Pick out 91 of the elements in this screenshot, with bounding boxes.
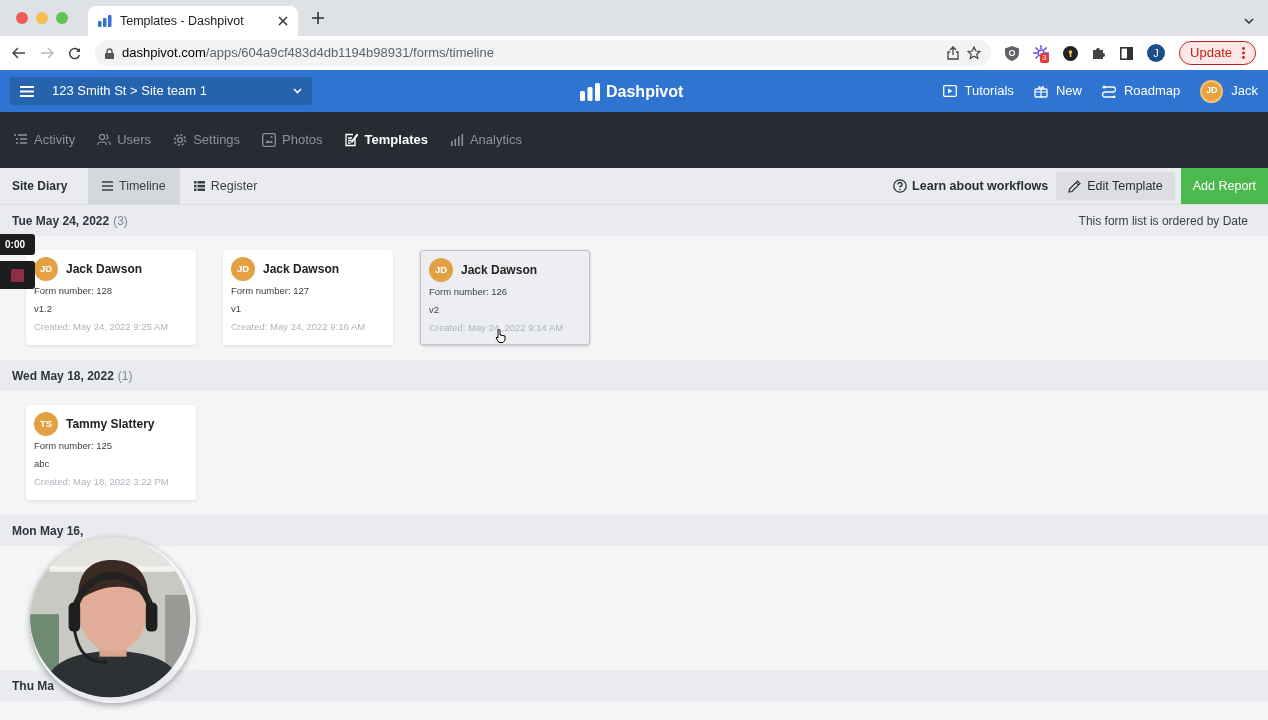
- share-icon[interactable]: [947, 46, 960, 60]
- created-date: Created: May 24, 2022 9:14 AM: [429, 322, 565, 334]
- user-avatar: JD: [429, 258, 453, 282]
- reload-icon[interactable]: [68, 46, 81, 60]
- nav-tab[interactable]: Templates: [344, 130, 428, 150]
- group-date: Tue May 24, 2022: [12, 212, 110, 230]
- form-number: Form number: 127: [231, 285, 311, 297]
- user-avatar: JD: [231, 257, 255, 281]
- browser-tab[interactable]: Templates - Dashpivot: [88, 6, 298, 36]
- plus-icon[interactable]: [312, 12, 324, 24]
- author-name: Jack Dawson: [461, 262, 538, 279]
- sidebar-icon[interactable]: [1120, 46, 1134, 60]
- user-avatar: JD: [1200, 79, 1224, 103]
- group-count: (1): [117, 367, 133, 385]
- group-date: Mon May 16,: [12, 522, 84, 540]
- notification-badge: 3: [1040, 53, 1049, 63]
- help-icon: [893, 179, 908, 193]
- form-number: Form number: 126: [429, 286, 509, 298]
- image-icon: [262, 133, 277, 147]
- form-version: v1: [231, 303, 243, 315]
- form-number: Form number: 125: [34, 440, 114, 452]
- back-arrow-icon[interactable]: [12, 47, 26, 59]
- form-version: v2: [429, 304, 441, 316]
- form-card[interactable]: TS Tammy Slattery Form number: 125 abc Created: May 18, 2022 3:22 PM: [26, 405, 196, 500]
- chevron-down-icon: [293, 88, 302, 94]
- star-icon[interactable]: [967, 46, 982, 60]
- form-number: Form number: 128: [34, 285, 114, 297]
- stop-icon: [11, 268, 24, 282]
- author-name: Jack Dawson: [263, 261, 340, 278]
- created-date: Created: May 24, 2022 9:25 AM: [34, 321, 170, 333]
- app-logo-text: Dashpivot: [606, 82, 684, 102]
- menu-icon: [102, 181, 113, 191]
- created-date: Created: May 24, 2022 9:16 AM: [231, 321, 367, 333]
- page-title: Site Diary: [11, 178, 69, 195]
- header-link[interactable]: New: [1033, 81, 1082, 101]
- created-date: Created: May 18, 2022 3:22 PM: [34, 476, 170, 488]
- route-icon: [1101, 84, 1116, 98]
- close-icon[interactable]: [278, 16, 288, 26]
- update-button[interactable]: Update: [1179, 41, 1256, 65]
- menu-icon: [20, 85, 34, 97]
- form-version: abc: [34, 458, 51, 470]
- users-icon: [97, 133, 112, 147]
- bar-chart-icon: [449, 133, 464, 147]
- url-text: dashpivot.com/apps/604a9cf483d4db1194b98931/forms/timeline: [122, 44, 495, 63]
- user-menu[interactable]: JD Jack: [1200, 79, 1258, 103]
- form-card[interactable]: JD Jack Dawson Form number: 127 v1 Created: May 24, 2022 9:16 AM: [223, 250, 393, 345]
- nav-tab[interactable]: Analytics: [449, 130, 522, 150]
- list-note: This form list is ordered by Date: [1078, 212, 1249, 230]
- edit-document-icon: [344, 133, 359, 147]
- group-count: (3): [113, 212, 128, 230]
- nav-tab[interactable]: Activity: [14, 130, 76, 150]
- gift-icon: [1033, 84, 1048, 98]
- sparkle-icon[interactable]: [1033, 45, 1050, 61]
- site-selector[interactable]: 123 Smith St > Site team 1: [10, 77, 312, 105]
- nav-tab[interactable]: Users: [97, 130, 152, 150]
- group-date: Thu Ma: [12, 677, 54, 695]
- list-icon: [193, 181, 205, 191]
- header-link[interactable]: Roadmap: [1101, 81, 1181, 101]
- user-avatar: JD: [34, 257, 58, 281]
- lock-icon: [105, 47, 114, 59]
- view-tab[interactable]: Register: [179, 168, 272, 204]
- recording-timer: 0:00: [0, 234, 35, 255]
- author-name: Tammy Slattery: [66, 416, 155, 433]
- form-card[interactable]: JD Jack Dawson Form number: 126 v2 Created: May 24, 2022 9:14 AM: [420, 250, 590, 345]
- pencil-icon: [1068, 179, 1082, 193]
- puzzle-icon[interactable]: [1092, 46, 1107, 60]
- list-icon: [14, 133, 28, 147]
- header-link[interactable]: Tutorials: [942, 81, 1014, 101]
- chevron-down-icon[interactable]: [1244, 18, 1254, 24]
- author-name: Jack Dawson: [66, 261, 143, 278]
- window-control-icon[interactable]: [16, 12, 28, 24]
- bar-chart-icon: [580, 83, 600, 101]
- video-icon: [942, 84, 957, 98]
- form-version: v1.2: [34, 303, 53, 315]
- forward-arrow-icon: [40, 47, 54, 59]
- bar-chart-icon: [98, 15, 112, 27]
- shield-icon[interactable]: [1005, 45, 1020, 61]
- edit-template-button[interactable]: Edit Template: [1056, 172, 1175, 200]
- group-date: Wed May 18, 2022: [12, 367, 114, 385]
- nav-tab[interactable]: Photos: [262, 130, 323, 150]
- gear-icon: [173, 133, 188, 147]
- help-link[interactable]: Learn about workflows: [893, 168, 1057, 204]
- form-card[interactable]: JD Jack Dawson Form number: 128 v1.2 Created: May 24, 2022 9:25 AM: [26, 250, 196, 345]
- user-avatar: TS: [34, 412, 58, 436]
- keyhole-icon[interactable]: [1063, 45, 1079, 61]
- address-bar[interactable]: dashpivot.com/apps/604a9cf483d4db1194b98931/forms/timeline: [95, 40, 992, 66]
- profile-avatar[interactable]: J: [1147, 44, 1166, 62]
- more-icon: [1242, 47, 1245, 59]
- nav-tab[interactable]: Settings: [173, 130, 241, 150]
- view-tab[interactable]: Timeline: [88, 168, 180, 204]
- tab-title: Templates - Dashpivot: [120, 12, 245, 30]
